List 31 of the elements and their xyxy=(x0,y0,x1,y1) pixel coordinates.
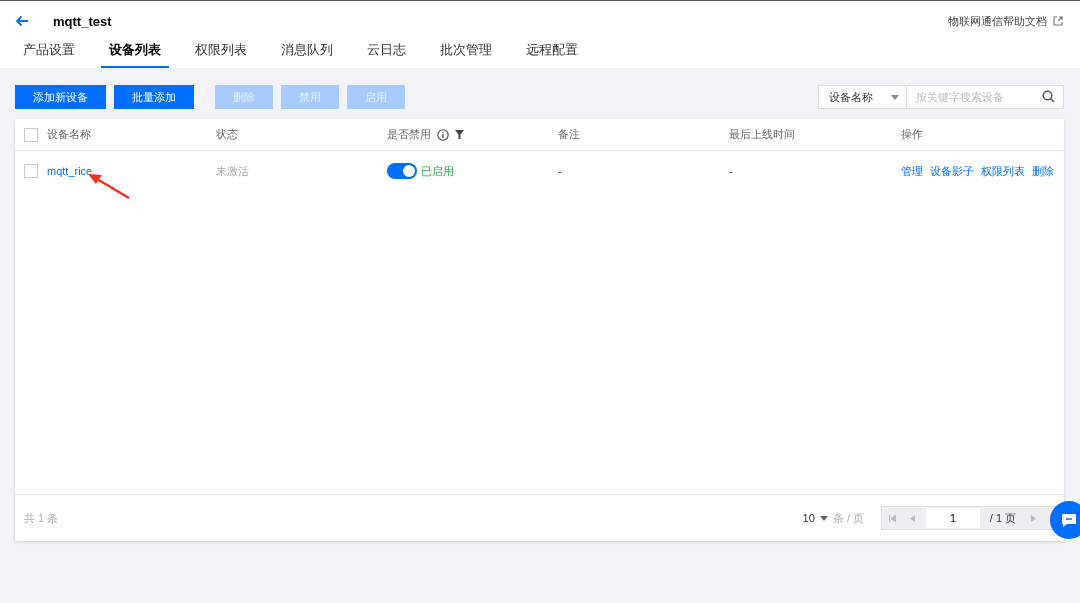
table-cell: - xyxy=(729,165,733,177)
search-field[interactable]: 按关键字搜索设备 xyxy=(907,85,1064,109)
toolbar-button[interactable]: 批量添加 xyxy=(114,85,194,109)
page-title: mqtt_test xyxy=(53,13,112,29)
total-count: 共 1 条 xyxy=(24,510,59,526)
column-header: 设备名称 xyxy=(47,127,91,142)
status-text: 未激活 xyxy=(216,163,249,179)
column-header: 状态 xyxy=(216,127,238,142)
tab[interactable]: 批次管理 xyxy=(440,41,492,68)
search-type-dropdown[interactable]: 设备名称 xyxy=(818,85,907,109)
toolbar-button[interactable]: 添加新设备 xyxy=(15,85,106,109)
action-link[interactable]: 删除 xyxy=(1032,163,1054,179)
column-header: 最后上线时间 xyxy=(729,127,795,142)
action-link[interactable]: 设备影子 xyxy=(930,163,974,179)
per-page-label: 条 / 页 xyxy=(832,510,864,526)
action-link[interactable]: 管理 xyxy=(901,163,923,179)
column-header: 备注 xyxy=(558,127,580,142)
action-link[interactable]: 权限列表 xyxy=(981,163,1025,179)
tab[interactable]: 远程配置 xyxy=(526,41,578,68)
enabled-label: 已启用 xyxy=(421,163,454,179)
tab[interactable]: 设备列表 xyxy=(101,41,169,68)
page-size-dropdown[interactable]: 10 xyxy=(802,512,828,524)
column-header: 是否禁用 xyxy=(387,127,431,142)
tab[interactable]: 消息队列 xyxy=(281,41,333,68)
tab[interactable]: 权限列表 xyxy=(195,41,247,68)
tab[interactable]: 产品设置 xyxy=(23,41,75,68)
device-name-link[interactable]: mqtt_rice xyxy=(47,165,93,177)
help-link[interactable]: 物联网通信帮助文档 xyxy=(948,13,1047,29)
tab[interactable]: 云日志 xyxy=(367,41,406,68)
table-cell: - xyxy=(558,165,562,177)
column-header: 操作 xyxy=(901,127,923,142)
